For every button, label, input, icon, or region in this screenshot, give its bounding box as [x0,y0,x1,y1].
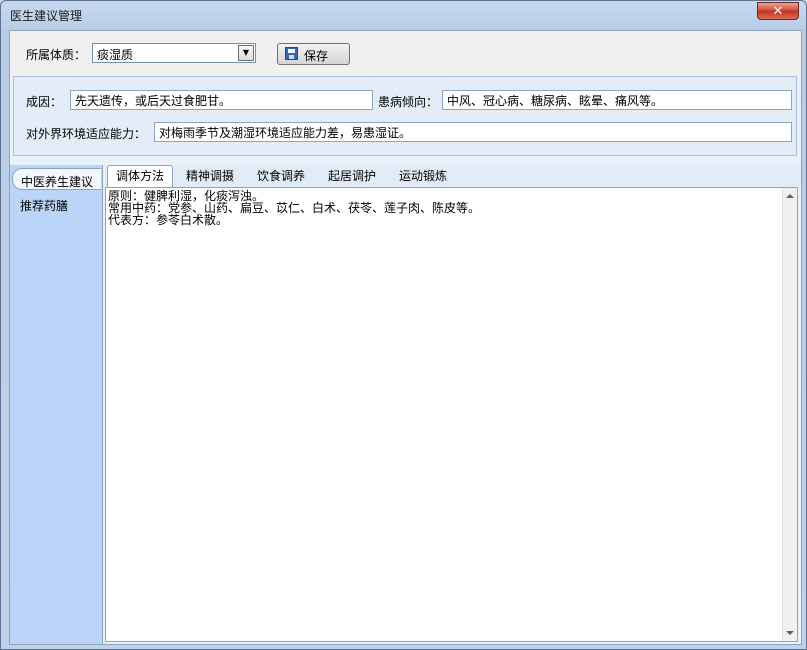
toolbar: 所属体质： 痰湿质 ▼ 保存 [10,31,801,74]
tendency-label: 患病倾向： [378,95,439,109]
sidebar-item-label: 中医养生建议 [21,175,94,189]
constitution-select[interactable]: 痰湿质 ▼ [92,43,256,63]
advice-line: 代表方：参苓白术散。 [108,213,229,227]
scroll-down-icon[interactable] [786,631,794,635]
title-bar: 医生建议管理 ✕ [1,1,806,28]
vertical-scrollbar[interactable] [782,188,797,641]
tab-daily-life[interactable]: 起居调护 [319,167,385,187]
client-area: 所属体质： 痰湿质 ▼ 保存 成因： 先天遗传，或后天过食肥甘。 患病倾向： 中… [9,30,802,645]
chevron-down-icon[interactable]: ▼ [238,45,254,61]
sidebar: 中医养生建议 推荐药膳 [10,165,103,644]
save-button-label: 保存 [304,49,329,63]
cause-label: 成因： [26,95,63,109]
close-button[interactable]: ✕ [757,2,799,20]
tab-strip: 调体方法 精神调摄 饮食调养 起居调护 运动锻炼 [105,165,801,187]
tab-mental[interactable]: 精神调摄 [177,167,243,187]
app-window: 医生建议管理 ✕ 所属体质： 痰湿质 ▼ 保存 成因： 先天遗传，或后天过食肥甘… [0,0,807,650]
sidebar-item-diet[interactable]: 推荐药膳 [12,193,101,215]
window-title: 医生建议管理 [10,9,83,23]
constitution-label: 所属体质： [26,48,87,62]
save-icon [285,47,298,60]
tendency-field[interactable]: 中风、冠心病、糖尿病、眩晕、痛风等。 [442,90,792,110]
tab-exercise[interactable]: 运动锻炼 [390,167,456,187]
tab-diet[interactable]: 饮食调养 [248,167,314,187]
adapt-label: 对外界环境适应能力： [26,127,147,141]
advice-textarea[interactable]: 原则：健脾利湿，化痰泻浊。 常用中药：党参、山药、扁豆、苡仁、白术、茯苓、莲子肉… [105,187,798,642]
constitution-value: 痰湿质 [97,48,134,62]
tab-method[interactable]: 调体方法 [107,165,173,187]
info-panel: 成因： 先天遗传，或后天过食肥甘。 患病倾向： 中风、冠心病、糖尿病、眩晕、痛风… [13,76,797,156]
sidebar-item-advice[interactable]: 中医养生建议 [12,168,101,190]
scroll-up-icon[interactable] [786,194,794,198]
advice-text: 原则：健脾利湿，化痰泻浊。 常用中药：党参、山药、扁豆、苡仁、白术、茯苓、莲子肉… [108,190,480,226]
adapt-field[interactable]: 对梅雨季节及潮湿环境适应能力差，易患湿证。 [154,122,792,142]
sidebar-item-label: 推荐药膳 [20,199,69,213]
save-button[interactable]: 保存 [277,43,350,65]
cause-field[interactable]: 先天遗传，或后天过食肥甘。 [70,90,373,110]
